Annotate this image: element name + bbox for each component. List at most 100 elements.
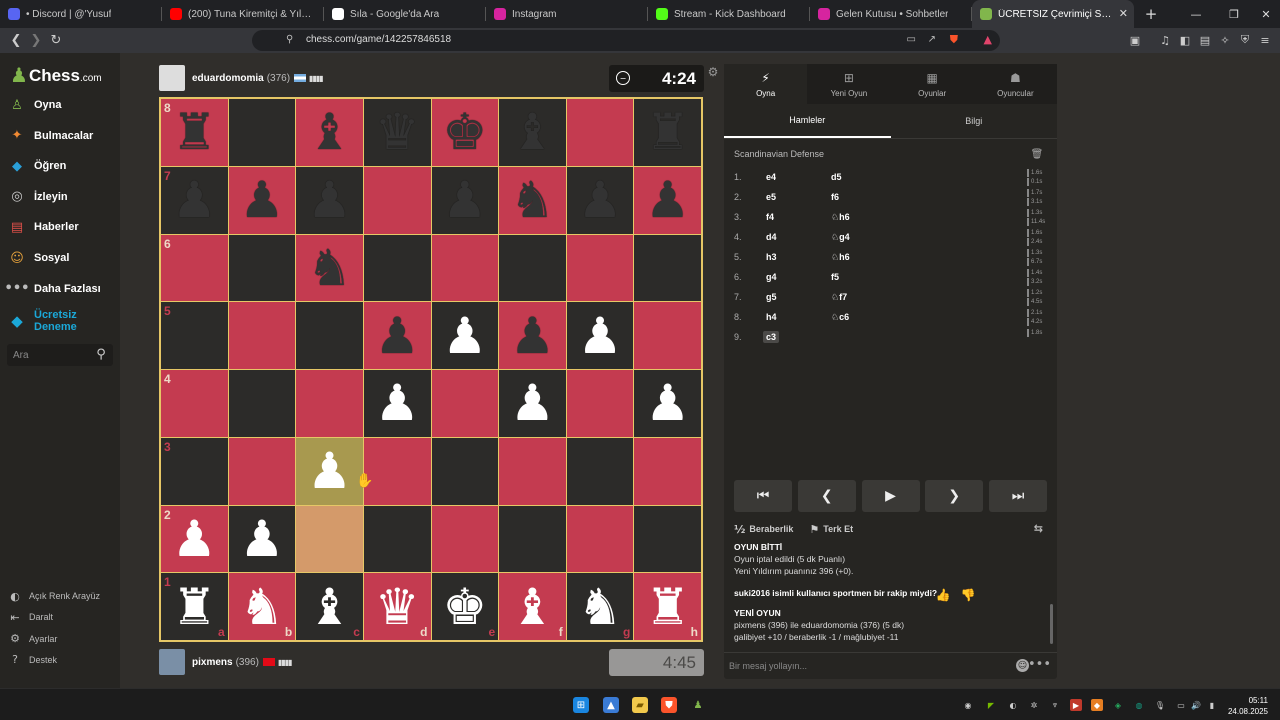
square-g3[interactable]	[566, 437, 634, 505]
sidebar-bottom-item[interactable]: ? Destek	[8, 652, 57, 668]
sidebar-item-i-zleyin[interactable]: ◎ İzleyin	[8, 187, 67, 207]
black-pawn-icon[interactable]: ♟	[240, 175, 285, 225]
more-options-icon[interactable]: •••	[1028, 657, 1051, 672]
chess-app-icon[interactable]: ♟	[690, 697, 706, 713]
square-g8[interactable]	[566, 99, 634, 166]
black-knight-icon[interactable]: ♞	[510, 175, 555, 225]
wallet-icon[interactable]: ▤	[1198, 33, 1212, 47]
panel-tab-yeni-oyun[interactable]: ⊞ Yeni Oyun	[807, 64, 890, 104]
resign-button[interactable]: Terk Et	[823, 524, 853, 534]
tab-info[interactable]: Bilgi	[891, 104, 1058, 138]
square-a2[interactable]: ♟ 2	[161, 505, 228, 573]
avatar[interactable]	[159, 649, 185, 675]
tab-moves[interactable]: Hamleler	[724, 104, 891, 138]
close-window-icon[interactable]: ✕	[1258, 6, 1274, 22]
battery-icon[interactable]: ▮	[1206, 699, 1218, 711]
square-c2[interactable]	[296, 505, 363, 573]
system-clock[interactable]: 05:11 24.08.2025	[1228, 695, 1268, 717]
square-f7[interactable]: ♞	[499, 166, 566, 234]
square-b2[interactable]: ♟	[228, 505, 296, 573]
square-g2[interactable]	[566, 505, 634, 573]
white-move[interactable]: c3	[763, 331, 780, 343]
square-d7[interactable]	[363, 166, 431, 234]
square-c5[interactable]	[296, 302, 363, 369]
black-rook-icon[interactable]: ♜	[172, 107, 217, 157]
vpn-icon[interactable]: ⛨	[1238, 33, 1252, 47]
thumbs-up-icon[interactable]: 👍	[934, 586, 952, 604]
close-tab-icon[interactable]: ✕	[1119, 7, 1128, 20]
square-h7[interactable]: ♟	[634, 166, 701, 234]
cast-icon[interactable]: ▭	[907, 34, 916, 45]
sidebar-bottom-item[interactable]: ⇤ Daralt	[8, 609, 53, 625]
square-e4[interactable]	[431, 370, 499, 437]
white-move[interactable]: g4	[766, 272, 777, 282]
tray-icon[interactable]: ◈	[1112, 699, 1124, 711]
file-explorer-icon[interactable]: ▰	[632, 697, 648, 713]
browser-tab[interactable]: (200) Tuna Kiremitçi & Yıldız Tilbe	[162, 0, 324, 28]
square-b6[interactable]	[228, 234, 296, 302]
flip-board-icon[interactable]: ⇆	[1034, 522, 1043, 535]
square-a5[interactable]: 5	[161, 302, 228, 369]
square-b4[interactable]	[228, 370, 296, 437]
square-e6[interactable]	[431, 234, 499, 302]
sidebar-item-sosyal[interactable]: ☺ Sosyal	[8, 248, 69, 268]
square-f8[interactable]: ♝	[499, 99, 566, 166]
white-pawn-icon[interactable]: ♟	[510, 378, 555, 428]
white-move[interactable]: h4	[766, 312, 777, 322]
last-move-button[interactable]: ⏭	[989, 480, 1047, 512]
bottom-player-name[interactable]: pixmens	[192, 657, 233, 668]
leo-ai-icon[interactable]: ✧	[1218, 33, 1232, 47]
square-f1[interactable]: ♝ f	[499, 573, 566, 640]
black-rook-icon[interactable]: ♜	[645, 107, 690, 157]
square-f6[interactable]	[499, 234, 566, 302]
next-move-button[interactable]: ❯	[925, 480, 984, 512]
square-g5[interactable]: ♟	[566, 302, 634, 369]
tray-icon[interactable]: ✲	[1028, 699, 1040, 711]
black-pawn-icon[interactable]: ♟	[442, 175, 487, 225]
square-d8[interactable]: ♛	[363, 99, 431, 166]
square-e1[interactable]: ♚ e	[431, 573, 499, 640]
sidebar-item-bulmacalar[interactable]: ✦ Bulmacalar	[8, 126, 94, 146]
white-knight-icon[interactable]: ♞	[578, 582, 623, 632]
menu-icon[interactable]: ≡	[1258, 33, 1272, 47]
white-move[interactable]: f4	[766, 212, 774, 222]
white-move[interactable]: e5	[766, 192, 776, 202]
square-d6[interactable]	[363, 234, 431, 302]
sidebar-item-öğren[interactable]: ◆ Öğren	[8, 156, 66, 176]
panel-tab-oyuncular[interactable]: ☗ Oyuncular	[974, 64, 1057, 104]
browser-tab[interactable]: Sıla - Google'da Ara	[324, 0, 486, 28]
nvidia-icon[interactable]: ◤	[985, 699, 997, 711]
square-e7[interactable]: ♟	[431, 166, 499, 234]
square-g6[interactable]	[566, 234, 634, 302]
brave-browser-icon[interactable]: ⛊	[661, 697, 677, 713]
square-b3[interactable]	[228, 437, 296, 505]
black-pawn-icon[interactable]: ♟	[307, 175, 352, 225]
share-icon[interactable]: ↗	[928, 34, 936, 45]
new-tab-button[interactable]: +	[1140, 3, 1162, 25]
site-info-icon[interactable]: ⚲	[286, 34, 293, 45]
browser-tab[interactable]: • Discord | @'Yusuf	[0, 0, 162, 28]
square-a7[interactable]: ♟ 7	[161, 166, 228, 234]
maximize-icon[interactable]: ❐	[1226, 6, 1242, 22]
reading-list-icon[interactable]: ◧	[1178, 33, 1192, 47]
black-queen-icon[interactable]: ♛	[375, 107, 420, 157]
sidebar-item-oyna[interactable]: ♙ Oyna	[8, 95, 61, 115]
panel-tab-oyna[interactable]: ⚡ Oyna	[724, 64, 808, 104]
square-f5[interactable]: ♟	[499, 302, 566, 369]
black-move[interactable]: ♘c6	[831, 312, 849, 323]
white-pawn-icon[interactable]: ♟	[307, 446, 352, 496]
network-icon[interactable]: ▭	[1175, 699, 1187, 711]
white-bishop-icon[interactable]: ♝	[510, 582, 555, 632]
white-bishop-icon[interactable]: ♝	[307, 582, 352, 632]
chess-logo[interactable]: ♟ Chess .com	[10, 63, 102, 88]
square-b5[interactable]	[228, 302, 296, 369]
tray-icon[interactable]: ⩔	[1049, 699, 1061, 711]
windows-start-icon[interactable]: ⊞	[573, 697, 589, 713]
square-e2[interactable]	[431, 505, 499, 573]
sidebar-item-premium[interactable]: ◆ Ücretsiz Deneme	[8, 309, 77, 333]
browser-tab[interactable]: Stream - Kick Dashboard	[648, 0, 810, 28]
chat-input[interactable]	[729, 658, 989, 674]
square-g7[interactable]: ♟	[566, 166, 634, 234]
white-king-icon[interactable]: ♚	[442, 582, 487, 632]
search-input[interactable]	[13, 347, 91, 363]
